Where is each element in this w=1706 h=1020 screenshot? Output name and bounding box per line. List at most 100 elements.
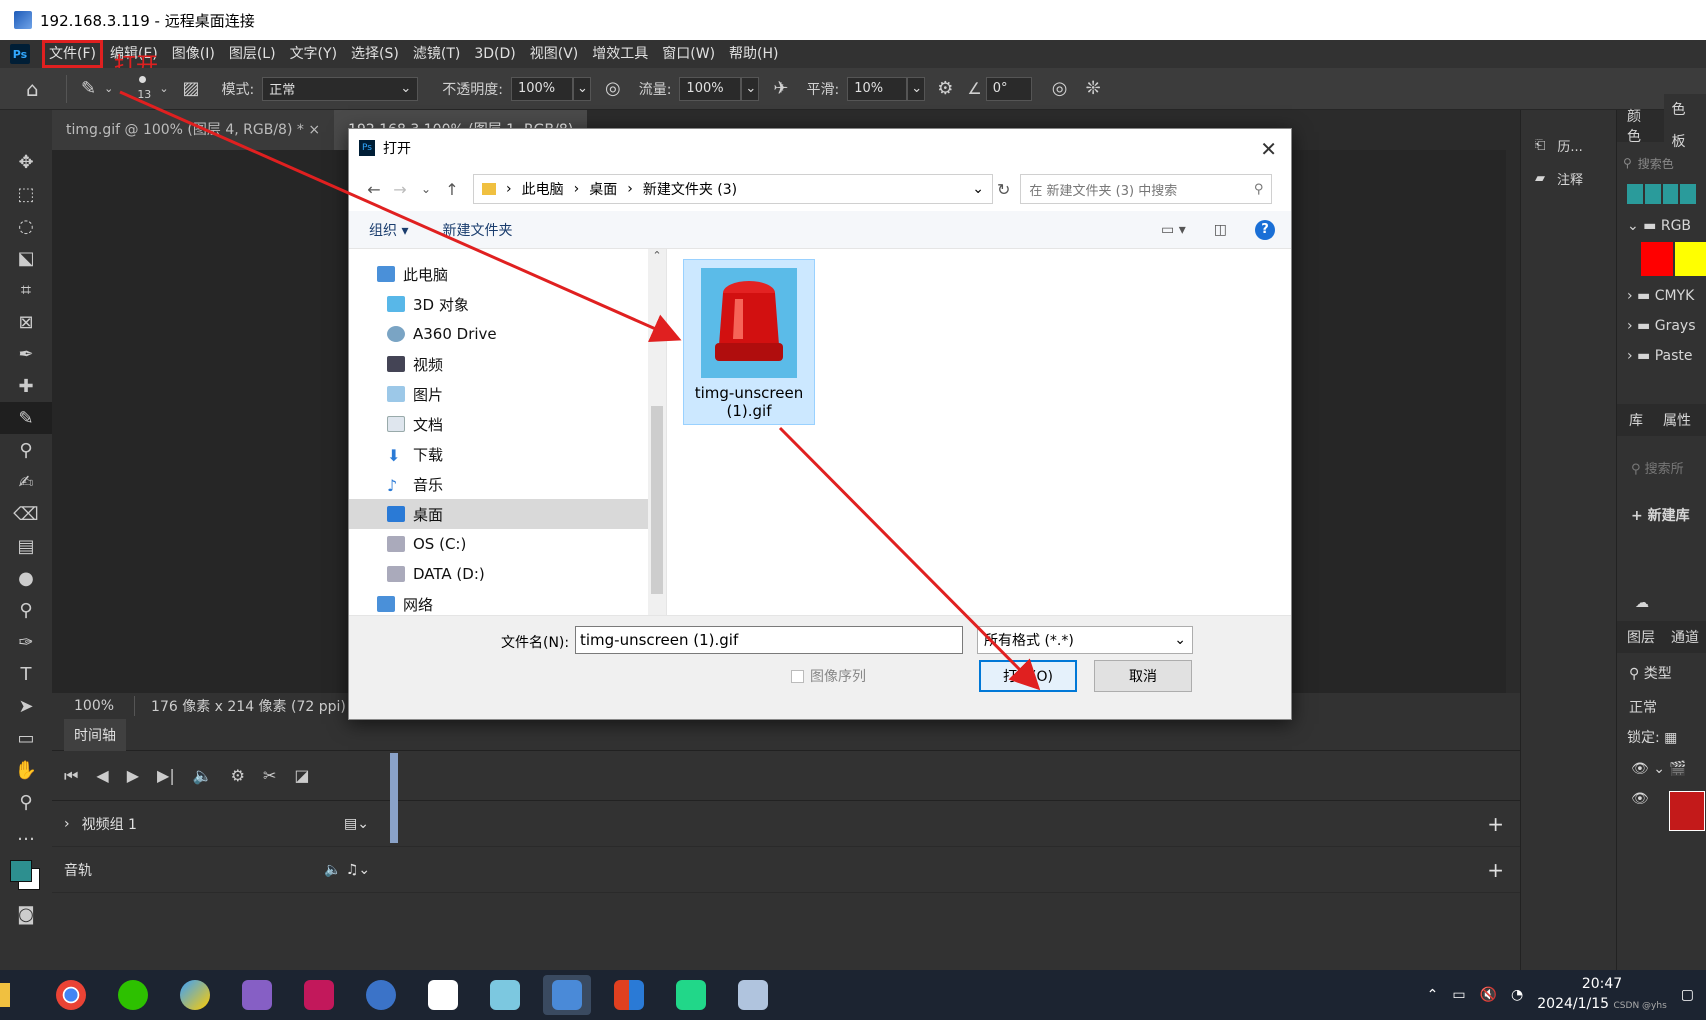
chevron-up-icon[interactable]: ⌃: [648, 249, 666, 262]
airbrush-icon[interactable]: ✈: [773, 78, 788, 99]
home-icon[interactable]: ⌂: [26, 77, 50, 101]
nav-pictures[interactable]: 图片: [387, 379, 666, 409]
eye-icon[interactable]: 👁: [1631, 791, 1649, 831]
notification-icon[interactable]: ▢: [1681, 987, 1694, 1003]
library-search[interactable]: ⚲ 搜索所: [1617, 436, 1706, 477]
recent-swatches[interactable]: [1627, 184, 1696, 204]
menu-plugins[interactable]: 增效工具: [585, 40, 655, 68]
chevron-down-icon[interactable]: ⌄: [972, 181, 984, 197]
frame-tool-icon[interactable]: ⊠: [0, 306, 52, 338]
new-folder-button[interactable]: 新建文件夹: [442, 220, 512, 240]
brush-settings-icon[interactable]: ▨: [183, 78, 200, 99]
chevron-down-icon[interactable]: ⌄: [104, 82, 113, 95]
play-icon[interactable]: ▶: [127, 766, 139, 785]
chevron-down-icon[interactable]: ⌄: [413, 182, 439, 196]
volume-mute-icon[interactable]: 🔇: [1480, 987, 1497, 1003]
clock[interactable]: 20:47 2024/1/15 CSDN @yhs: [1537, 974, 1667, 1016]
remote-desktop-icon[interactable]: [543, 975, 591, 1015]
baidu-netdisk-icon[interactable]: [419, 975, 467, 1015]
filename-input[interactable]: timg-unscreen (1).gif: [575, 626, 963, 654]
tab-swatches[interactable]: 色板: [1663, 94, 1706, 158]
nav-this-pc[interactable]: 此电脑: [377, 259, 666, 289]
notepad-icon[interactable]: [481, 975, 529, 1015]
battery-icon[interactable]: ▭: [1452, 987, 1465, 1003]
settings-app-icon[interactable]: [357, 975, 405, 1015]
color-swatches[interactable]: [0, 850, 52, 898]
chevron-up-icon[interactable]: ⌃: [1427, 987, 1439, 1003]
breadcrumb-item[interactable]: 桌面: [589, 179, 617, 199]
gradient-tool-icon[interactable]: ▤: [0, 530, 52, 562]
app-icon[interactable]: [171, 975, 219, 1015]
transition-icon[interactable]: ◪: [294, 766, 309, 785]
blur-tool-icon[interactable]: ●: [0, 562, 52, 594]
chevron-down-icon[interactable]: ⌄: [159, 82, 168, 95]
history-brush-icon[interactable]: ✍: [0, 466, 52, 498]
object-select-tool-icon[interactable]: ⬕: [0, 242, 52, 274]
chevron-right-icon[interactable]: ›: [64, 816, 70, 832]
smooth-input[interactable]: 10%: [847, 76, 908, 101]
close-icon[interactable]: ✕: [1260, 137, 1277, 161]
wifi-icon[interactable]: ◔: [1511, 987, 1523, 1003]
path-select-tool-icon[interactable]: ➤: [0, 690, 52, 722]
marquee-tool-icon[interactable]: ⬚: [0, 178, 52, 210]
lock-transparency-icon[interactable]: ▦: [1664, 730, 1677, 746]
forward-icon[interactable]: →: [387, 180, 413, 199]
flow-dropdown[interactable]: ⌄: [741, 76, 760, 101]
add-icon[interactable]: +: [1487, 812, 1504, 836]
nav-desktop[interactable]: 桌面: [349, 499, 666, 529]
zoom-level[interactable]: 100%: [52, 698, 134, 714]
tab-color[interactable]: 颜色: [1617, 106, 1664, 146]
more-tools-icon[interactable]: …: [0, 818, 52, 850]
layer-row-image[interactable]: 👁: [1617, 777, 1706, 831]
lasso-tool-icon[interactable]: ◌: [0, 210, 52, 242]
tool-app-icon[interactable]: [729, 975, 777, 1015]
audio-icon[interactable]: 🔈 ♫⌄: [324, 862, 370, 878]
eraser-tool-icon[interactable]: ⌫: [0, 498, 52, 530]
close-icon[interactable]: ×: [308, 122, 320, 138]
tab-document-1[interactable]: timg.gif @ 100% (图层 4, RGB/8) * ×: [52, 110, 335, 150]
file-explorer-icon[interactable]: [0, 983, 10, 1007]
timeline-title[interactable]: 时间轴: [64, 718, 126, 751]
file-item[interactable]: timg-unscreen (1).gif: [683, 259, 815, 425]
menu-image[interactable]: 图像(I): [165, 40, 222, 68]
move-tool-icon[interactable]: ✥: [0, 146, 52, 178]
visual-studio-icon[interactable]: [233, 975, 281, 1015]
tab-libraries[interactable]: 库: [1617, 410, 1655, 430]
opacity-dropdown[interactable]: ⌄: [572, 76, 591, 101]
menu-type[interactable]: 文字(Y): [283, 40, 344, 68]
first-frame-icon[interactable]: ⏮: [64, 766, 78, 786]
hand-tool-icon[interactable]: ✋: [0, 754, 52, 786]
scissors-icon[interactable]: ✂: [263, 766, 276, 785]
type-tool-icon[interactable]: T: [0, 658, 52, 690]
image-sequence-checkbox[interactable]: 图像序列: [791, 666, 866, 686]
nav-scrollbar[interactable]: ⌃: [648, 249, 666, 615]
swatch-group-grays[interactable]: › ▬ Grays: [1617, 304, 1706, 334]
pressure-opacity-icon[interactable]: ◎: [605, 78, 621, 99]
tab-channels[interactable]: 通道: [1665, 627, 1705, 647]
nav-3d-objects[interactable]: 3D 对象: [387, 289, 666, 319]
nav-network[interactable]: 网络: [377, 589, 666, 615]
database-icon[interactable]: [295, 975, 343, 1015]
breadcrumb-item[interactable]: 新建文件夹 (3): [643, 179, 737, 199]
prev-frame-icon[interactable]: ◀: [96, 766, 108, 785]
back-icon[interactable]: ←: [361, 180, 387, 199]
nav-drive-c[interactable]: OS (C:): [387, 529, 666, 559]
nav-downloads[interactable]: ⬇ 下载: [387, 439, 666, 469]
swatch-group-rgb[interactable]: ⌄ ▬ RGB: [1617, 208, 1706, 234]
new-library-button[interactable]: + 新建库: [1617, 477, 1706, 525]
brush-tool-icon[interactable]: ✎: [0, 402, 52, 434]
doc-info[interactable]: 176 像素 x 214 像素 (72 ppi): [134, 696, 346, 716]
notes-item[interactable]: ▰ 注释: [1521, 155, 1616, 188]
search-input[interactable]: 在 新建文件夹 (3) 中搜索 ⚲: [1020, 174, 1273, 204]
video-group-row[interactable]: › 视频组 1 ▤⌄ +: [52, 801, 1520, 847]
layer-filter[interactable]: ⚲ 类型: [1617, 653, 1706, 683]
breadcrumb-item[interactable]: 此电脑: [522, 179, 564, 199]
nav-videos[interactable]: 视频: [387, 349, 666, 379]
angle-input[interactable]: 0°: [985, 76, 1032, 101]
cancel-button[interactable]: 取消: [1094, 660, 1192, 692]
menu-window[interactable]: 窗口(W): [655, 40, 722, 68]
organize-button[interactable]: 组织 ▾: [369, 220, 408, 240]
nav-drive-d[interactable]: DATA (D:): [387, 559, 666, 589]
eye-icon[interactable]: 👁: [1631, 761, 1649, 777]
film-icon[interactable]: ▤⌄: [344, 816, 369, 832]
